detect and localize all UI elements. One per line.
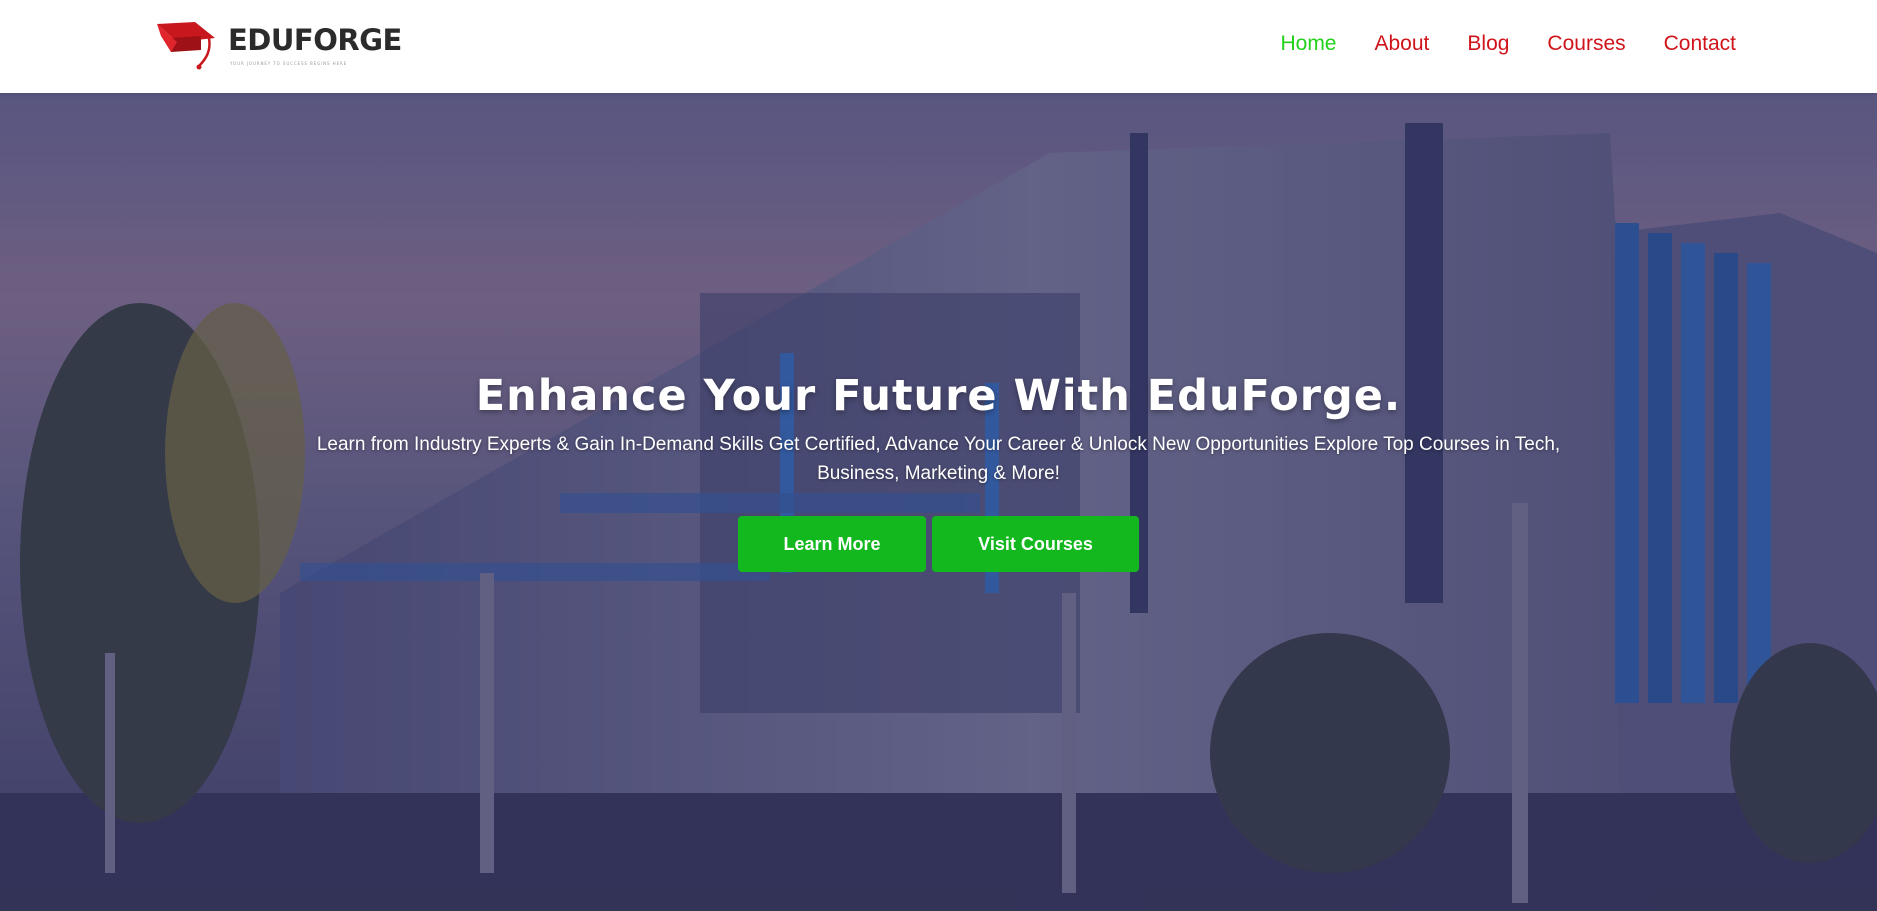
hero-content: Enhance Your Future With EduForge. Learn…: [0, 370, 1877, 572]
hero-subtitle: Learn from Industry Experts & Gain In-De…: [316, 434, 1561, 484]
main-nav: Home About Blog Courses Contact: [1242, 30, 1736, 58]
visit-courses-button[interactable]: Visit Courses: [932, 516, 1139, 572]
site-header: EDUFORGE YOUR JOURNEY TO SUCCESS BEGINS …: [0, 0, 1877, 93]
brand-logo[interactable]: EDUFORGE YOUR JOURNEY TO SUCCESS BEGINS …: [155, 18, 402, 70]
learn-more-button[interactable]: Learn More: [738, 516, 926, 572]
brand-wordmark: EDUFORGE: [228, 23, 402, 57]
brand-tagline: YOUR JOURNEY TO SUCCESS BEGINS HERE: [230, 61, 348, 66]
nav-blog-link[interactable]: Blog: [1467, 30, 1509, 58]
hero-section: Enhance Your Future With EduForge. Learn…: [0, 93, 1877, 911]
nav-courses-link[interactable]: Courses: [1547, 30, 1625, 58]
nav-about-link[interactable]: About: [1375, 30, 1430, 58]
graduation-cap-icon: [157, 22, 215, 70]
nav-home-link[interactable]: Home: [1280, 30, 1336, 58]
nav-contact-link[interactable]: Contact: [1664, 30, 1736, 58]
hero-buttons: Learn More Visit Courses: [0, 516, 1877, 572]
hero-title: Enhance Your Future With EduForge.: [475, 371, 1402, 421]
